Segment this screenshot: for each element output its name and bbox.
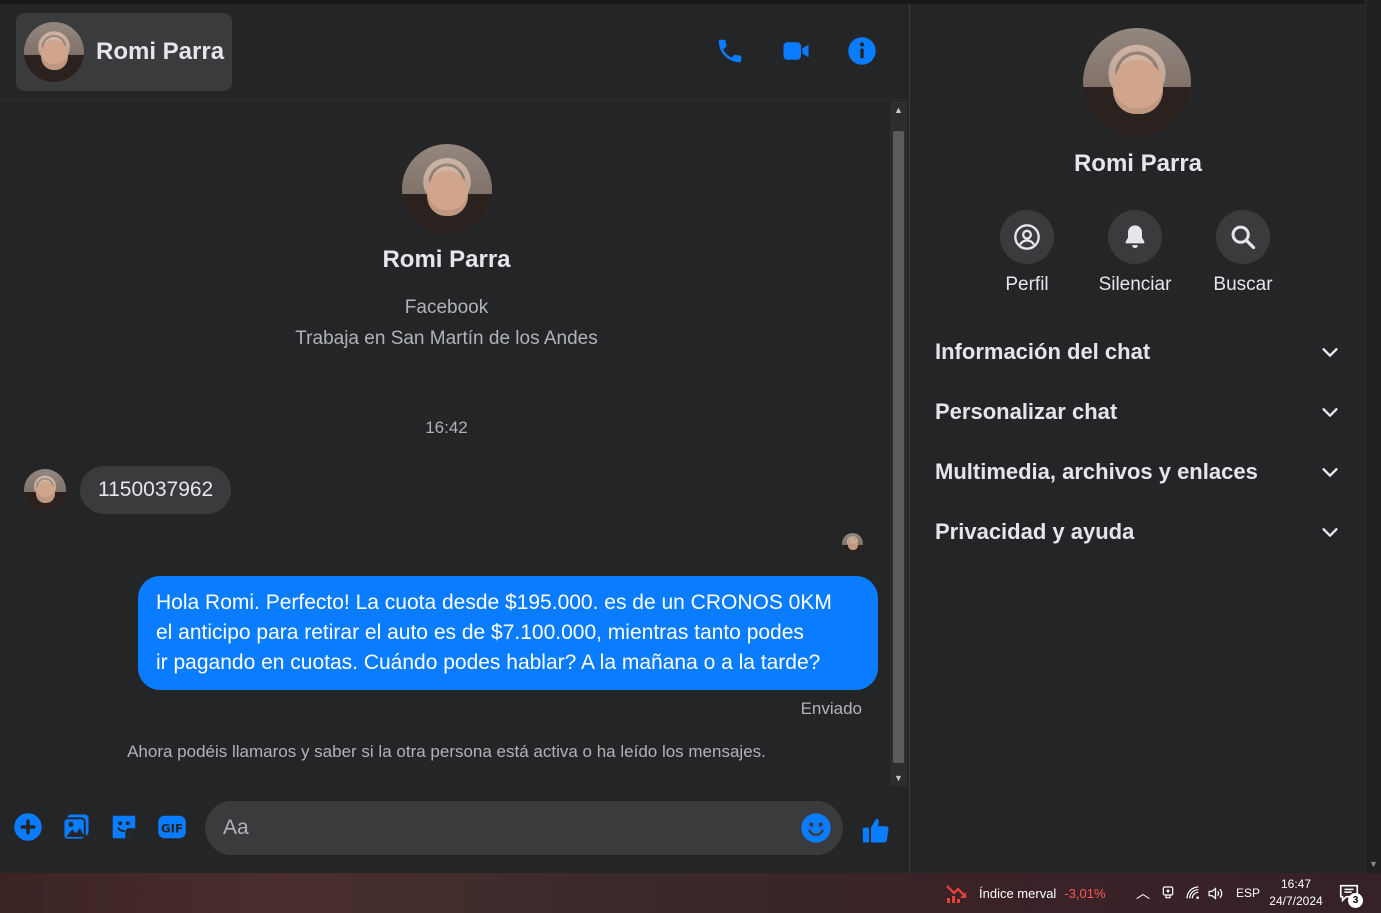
message-line: Hola Romi. Perfecto! La cuota desde $195… xyxy=(156,591,832,614)
thumbs-up-icon[interactable] xyxy=(860,814,892,846)
avatar[interactable] xyxy=(24,469,66,511)
photo-icon[interactable] xyxy=(60,811,92,843)
window-scrollbar[interactable]: ▼ xyxy=(1365,0,1381,873)
header-contact-name: Romi Parra xyxy=(96,38,225,65)
intro-work: Trabaja en San Martín de los Andes xyxy=(295,328,598,349)
search-icon xyxy=(1231,225,1256,250)
incoming-message-bubble[interactable]: 1150037962 xyxy=(80,466,232,514)
notification-center-icon[interactable]: 3 xyxy=(1338,873,1363,913)
info-icon[interactable] xyxy=(845,34,879,68)
section-privacy-help[interactable]: Privacidad y ayuda xyxy=(923,506,1353,558)
video-camera-icon[interactable] xyxy=(779,34,813,68)
message-line: el anticipo para retirar el auto es de $… xyxy=(156,621,804,644)
chat-header: Romi Parra xyxy=(0,4,910,100)
scroll-down-arrow-icon[interactable]: ▼ xyxy=(890,769,907,786)
chat-pane: Romi Parra Romi Parra Facebook Trabaja e… xyxy=(0,4,910,873)
chevron-down-icon xyxy=(1322,348,1338,357)
intro-source: Facebook xyxy=(404,297,489,318)
language-indicator[interactable]: ESP xyxy=(1236,873,1260,913)
section-title: Información del chat xyxy=(935,339,1151,364)
phone-icon[interactable] xyxy=(713,34,747,68)
header-contact-button[interactable]: Romi Parra xyxy=(16,13,232,91)
scroll-thumb[interactable] xyxy=(893,131,904,763)
messenger-window: Romi Parra Romi Parra Facebook Trabaja e… xyxy=(0,0,1381,913)
avatar xyxy=(24,22,84,82)
message-composer: GIF xyxy=(0,794,910,864)
search-button[interactable]: Buscar xyxy=(1198,210,1288,296)
incoming-message-row: 1150037962 xyxy=(24,466,232,514)
section-title: Personalizar chat xyxy=(935,399,1118,424)
stock-down-icon xyxy=(946,885,967,903)
profile-button[interactable]: Perfil xyxy=(982,210,1072,296)
message-scrollbar[interactable]: ▲ ▼ xyxy=(890,101,907,786)
outgoing-message-bubble[interactable]: Hola Romi. Perfecto! La cuota desde $195… xyxy=(138,576,878,690)
section-customize-chat[interactable]: Personalizar chat xyxy=(923,386,1353,438)
notification-count-badge: 3 xyxy=(1348,893,1363,908)
info-contact-name: Romi Parra xyxy=(1073,150,1203,177)
stock-widget-value: -3,01% xyxy=(1064,885,1106,901)
section-chat-info[interactable]: Información del chat xyxy=(923,326,1353,378)
chevron-down-icon xyxy=(1322,468,1338,477)
message-list[interactable]: Romi Parra Facebook Trabaja en San Martí… xyxy=(0,100,888,786)
profile-icon xyxy=(1014,224,1040,250)
scroll-down-arrow-icon[interactable]: ▼ xyxy=(1369,859,1378,869)
stock-widget-label: Índice merval xyxy=(979,885,1057,901)
bell-icon xyxy=(1125,225,1145,249)
profile-label: Perfil xyxy=(1005,274,1049,295)
message-line: ir pagando en cuotas. Cuándo podes habla… xyxy=(156,651,821,674)
chevron-down-icon xyxy=(1322,408,1338,417)
emoji-icon[interactable] xyxy=(800,812,832,844)
section-title: Privacidad y ayuda xyxy=(935,519,1135,544)
meet-now-icon[interactable] xyxy=(1160,873,1176,913)
avatar[interactable] xyxy=(1083,28,1191,136)
section-title: Multimedia, archivos y enlaces xyxy=(935,459,1258,484)
scroll-up-arrow-icon[interactable]: ▲ xyxy=(890,101,907,118)
section-media-files-links[interactable]: Multimedia, archivos y enlaces xyxy=(923,446,1353,498)
volume-icon[interactable] xyxy=(1207,873,1224,913)
svg-text:GIF: GIF xyxy=(161,822,183,836)
mute-button[interactable]: Silenciar xyxy=(1090,210,1180,296)
stock-widget[interactable]: Índice merval -3,01% xyxy=(945,873,1106,913)
clock-date: 24/7/2024 xyxy=(1269,894,1323,908)
chevron-down-icon xyxy=(1322,528,1338,537)
conversation-profile-intro: Romi Parra Facebook Trabaja en San Martí… xyxy=(0,144,893,354)
message-timestamp: 16:42 xyxy=(425,418,468,437)
gif-icon[interactable]: GIF xyxy=(156,811,188,843)
chevron-up-icon[interactable]: ︿ xyxy=(1136,873,1150,913)
calling-notice: Ahora podéis llamaros y saber si la otra… xyxy=(127,742,766,761)
sticker-icon[interactable] xyxy=(108,811,140,843)
chat-info-panel: Romi Parra Perfil Silenciar Buscar Infor… xyxy=(911,4,1365,873)
plus-circle-icon[interactable] xyxy=(12,811,44,843)
search-label: Buscar xyxy=(1213,274,1273,295)
avatar[interactable] xyxy=(401,144,492,234)
windows-taskbar: Índice merval -3,01% ︿ ESP 16:47 24/7/20… xyxy=(0,873,1381,913)
intro-contact-name: Romi Parra xyxy=(382,246,511,273)
sent-status: Enviado xyxy=(800,699,862,718)
wifi-icon[interactable] xyxy=(1185,873,1201,913)
read-receipt-avatar xyxy=(842,533,863,554)
message-input[interactable] xyxy=(205,801,843,855)
clock-time: 16:47 xyxy=(1280,877,1312,891)
taskbar-clock[interactable]: 16:47 24/7/2024 xyxy=(1262,876,1330,910)
mute-label: Silenciar xyxy=(1098,274,1172,295)
